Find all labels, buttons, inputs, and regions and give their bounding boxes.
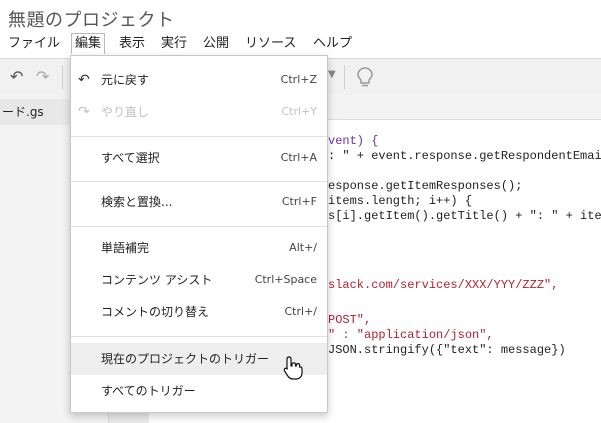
code-line: slack.com/services/XXX/YYY/ZZZ", <box>328 278 559 292</box>
undo-icon[interactable]: ↶ <box>10 67 23 86</box>
menu-bar: ファイル 編集 表示 実行 公開 リソース ヘルプ <box>0 32 601 56</box>
menu-item-label: コンテンツ アシスト <box>101 273 213 287</box>
menu-item-select-all[interactable]: すべて選択 Ctrl+A <box>71 142 327 174</box>
code-line: " : "application/json", <box>328 328 494 342</box>
menu-divider <box>71 336 327 337</box>
menu-item-shortcut: Ctrl+F <box>281 195 317 208</box>
code-line: vent) { <box>328 134 379 148</box>
code-line: esponse.getItemResponses(); <box>328 179 523 193</box>
menu-edit[interactable]: 編集 <box>71 33 106 54</box>
redo-icon: ↷ <box>78 104 90 120</box>
menu-item-shortcut: Ctrl+/ <box>284 305 318 318</box>
menu-view[interactable]: 表示 <box>116 34 148 54</box>
code-line: POST", <box>328 313 372 327</box>
project-title[interactable]: 無題のプロジェクト <box>8 6 175 32</box>
menu-divider <box>71 136 327 137</box>
menu-item-label: すべて選択 <box>101 151 160 165</box>
menu-item-word-completion[interactable]: 単語補完 Alt+/ <box>71 232 327 264</box>
dropdown-caret-icon[interactable]: ▼ <box>328 69 336 80</box>
toolbar-divider <box>344 65 345 89</box>
toolbar-divider <box>62 65 63 89</box>
menu-item-shortcut: Ctrl+A <box>280 151 317 164</box>
menu-help[interactable]: ヘルプ <box>310 34 355 54</box>
menu-item-shortcut: Alt+/ <box>289 241 317 254</box>
lightbulb-icon[interactable] <box>354 65 376 89</box>
menu-item-label: やり直し <box>101 105 150 119</box>
hand-pointer-icon <box>283 356 303 380</box>
menu-divider <box>71 181 327 182</box>
code-line: items.length; i++) { <box>328 194 473 208</box>
menu-resources[interactable]: リソース <box>242 34 299 54</box>
menu-item-label: 検索と置換... <box>101 195 173 209</box>
code-line: JSON.stringify({"text": message}) <box>328 343 566 357</box>
code-line: : " + event.response.getRespondentEmai <box>328 149 601 163</box>
menu-item-shortcut: Ctrl+Z <box>280 73 317 86</box>
menu-item-find-replace[interactable]: 検索と置換... Ctrl+F <box>71 186 327 218</box>
menu-run[interactable]: 実行 <box>158 34 190 54</box>
menu-item-content-assist[interactable]: コンテンツ アシスト Ctrl+Space <box>71 264 327 296</box>
menu-item-undo[interactable]: ↶ 元に戻す Ctrl+Z <box>71 64 327 96</box>
menu-item-label: 元に戻す <box>101 73 150 87</box>
menu-item-redo[interactable]: ↷ やり直し Ctrl+Y <box>71 96 327 128</box>
redo-icon[interactable]: ↷ <box>36 67 49 86</box>
menu-item-label: 単語補完 <box>101 241 150 255</box>
menu-divider <box>71 226 327 227</box>
menu-item-toggle-comment[interactable]: コメントの切り替え Ctrl+/ <box>71 296 327 328</box>
undo-icon: ↶ <box>78 72 90 88</box>
menu-item-shortcut: Ctrl+Space <box>254 273 317 286</box>
menu-item-label: コメントの切り替え <box>101 305 210 319</box>
menu-item-label: 現在のプロジェクトのトリガー <box>101 352 270 366</box>
code-line: s[i].getItem().getTitle() + ": " + item <box>328 209 601 223</box>
menu-file[interactable]: ファイル <box>5 34 63 54</box>
menu-item-shortcut: Ctrl+Y <box>281 105 317 118</box>
menu-publish[interactable]: 公開 <box>200 34 232 54</box>
menu-item-label: すべてのトリガー <box>101 384 196 398</box>
